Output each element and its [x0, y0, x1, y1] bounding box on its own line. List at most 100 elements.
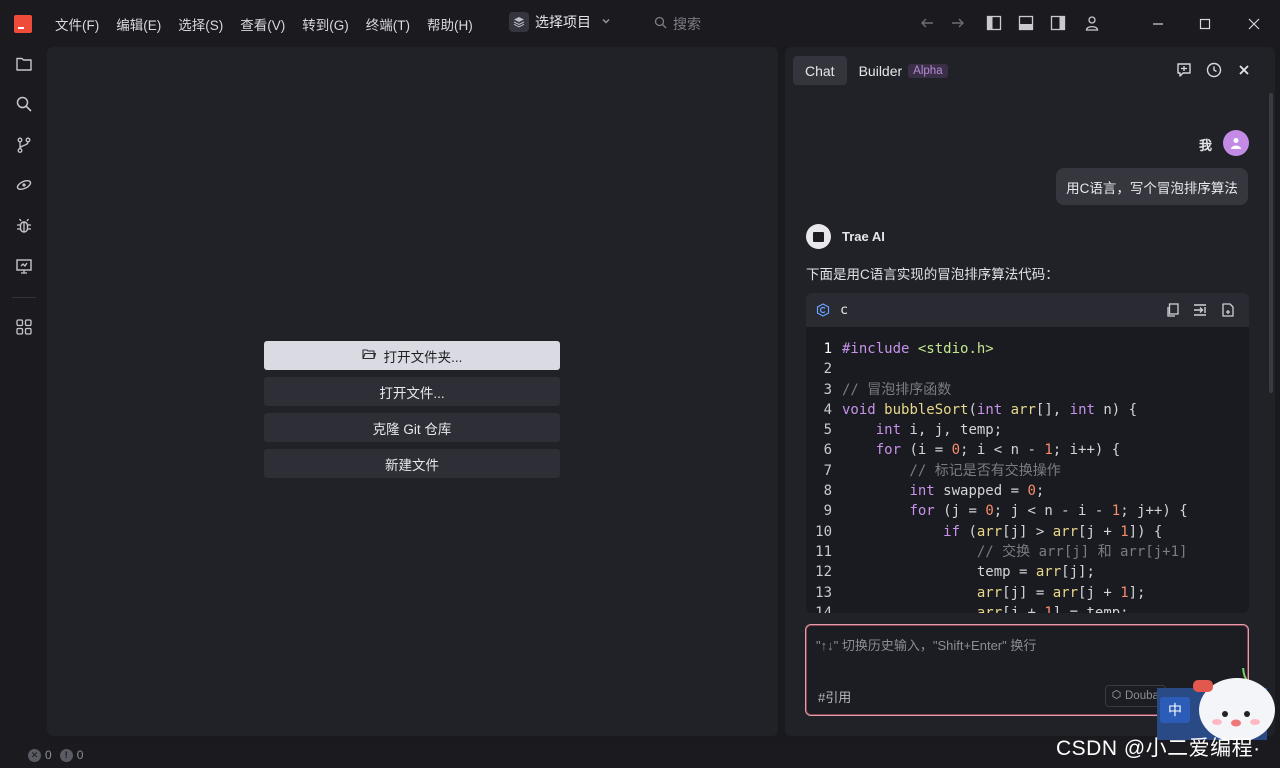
ai-intro-text: 下面是用C语言实现的冒泡排序算法代码： [806, 267, 1059, 282]
warning-icon: ! [59, 748, 73, 762]
code-line: 9 for (j = 0; j < n - i - 1; j++) { [806, 501, 1249, 521]
insert-code-icon[interactable] [1192, 302, 1208, 318]
tab-chat-label: Chat [805, 62, 835, 79]
code-line: 13 arr[j] = arr[j + 1]; [806, 583, 1249, 603]
activity-bar [0, 47, 47, 740]
project-selector[interactable]: 选择项目 [509, 12, 611, 32]
code-line: 7 // 标记是否有交换操作 [806, 461, 1249, 481]
open-folder-label: 打开文件夹... [383, 349, 463, 365]
c-language-icon [816, 303, 830, 317]
tab-builder-label: Builder [858, 62, 903, 79]
debug-icon[interactable] [13, 215, 35, 237]
line-number: 2 [823, 361, 832, 378]
editor-area: 打开文件夹... 打开文件... 克隆 Git 仓库 新建文件 [47, 47, 778, 736]
chevron-down-icon [601, 16, 611, 29]
code-line: 8 int swapped = 0; [806, 481, 1249, 501]
ai-name-label: Trae AI [842, 229, 885, 244]
line-number: 9 [823, 503, 832, 520]
menu-file[interactable]: 文件(F) [55, 14, 99, 34]
model-label: Douba [1125, 690, 1159, 702]
toggle-sidebar-icon[interactable] [984, 13, 1004, 33]
code-line: 2 [806, 359, 1249, 379]
line-number: 6 [823, 442, 832, 459]
problems-indicator[interactable]: ✕ 0 ! 0 [28, 748, 83, 762]
app-logo-icon [14, 15, 32, 33]
menu-terminal[interactable]: 终端(T) [366, 14, 410, 34]
model-icon [1112, 689, 1121, 702]
chat-tabs: Chat Builder Alpha [793, 56, 960, 85]
extensions-icon[interactable] [13, 316, 35, 338]
account-icon[interactable] [1082, 13, 1102, 33]
chat-input-placeholder: "↑↓" 切换历史输入，"Shift+Enter" 换行 [816, 638, 1037, 653]
open-folder-button[interactable]: 打开文件夹... [264, 341, 560, 370]
menu-help[interactable]: 帮助(H) [427, 14, 473, 34]
line-number: 12 [815, 564, 832, 581]
history-icon[interactable] [1204, 60, 1224, 80]
explorer-icon[interactable] [13, 53, 35, 75]
line-number: 11 [815, 543, 832, 560]
ime-indicator[interactable]: 中 [1160, 697, 1190, 723]
menu-bar: 文件(F) 编辑(E) 选择(S) 查看(V) 转到(G) 终端(T) 帮助(H… [55, 14, 490, 34]
code-text: // 冒泡排序函数 [842, 381, 952, 398]
code-line: 10 if (arr[j] > arr[j + 1]) { [806, 522, 1249, 542]
menu-selection[interactable]: 选择(S) [178, 14, 223, 34]
code-text: // 标记是否有交换操作 [842, 462, 1061, 479]
toggle-secondary-sidebar-icon[interactable] [1048, 13, 1068, 33]
maximize-icon[interactable] [1191, 10, 1219, 38]
folder-open-icon [362, 348, 376, 363]
remote-explorer-icon[interactable] [13, 255, 35, 277]
menu-edit[interactable]: 编辑(E) [116, 14, 161, 34]
code-text: for (i = 0; i < n - 1; i++) { [875, 442, 1121, 459]
code-body[interactable]: 1 #include <stdio.h> 2 3 // 冒泡排序函数 4 void bubb… [806, 339, 1249, 613]
code-line: 12 temp = arr[j]; [806, 562, 1249, 582]
code-text: int swapped = 0; [909, 483, 1045, 500]
code-text: for (j = 0; j < n - i - 1; j++) { [909, 503, 1188, 520]
project-label: 选择项目 [535, 14, 591, 30]
menu-go[interactable]: 转到(G) [302, 14, 349, 34]
code-text: // 交换 arr[j] 和 arr[j+1] [842, 543, 1188, 560]
line-number: 10 [815, 523, 832, 540]
open-file-label: 打开文件... [379, 385, 445, 401]
apply-code-icon[interactable] [1220, 302, 1236, 318]
code-line: 11 // 交换 arr[j] 和 arr[j+1] [806, 542, 1249, 562]
search-placeholder: 搜索 [673, 16, 701, 32]
copy-icon[interactable] [1165, 302, 1181, 318]
ai-chat-panel: Chat Builder Alpha 我 用C语言，写个冒泡排序算法 Trae … [785, 47, 1275, 736]
code-block-header: c [806, 293, 1249, 327]
app-window: 文件(F) 编辑(E) 选择(S) 查看(V) 转到(G) 终端(T) 帮助(H… [0, 0, 1280, 768]
tab-chat[interactable]: Chat [793, 56, 847, 85]
code-text: int i, j, temp; [875, 422, 1003, 439]
reference-button[interactable]: #引用 [818, 687, 851, 706]
tab-builder[interactable]: Builder Alpha [847, 56, 960, 85]
code-text: arr[j] = arr[j + 1]; [976, 584, 1146, 601]
line-number: 5 [823, 422, 832, 439]
code-line: 4 void bubbleSort(int arr[], int n) { [806, 400, 1249, 420]
clone-git-button[interactable]: 克隆 Git 仓库 [264, 413, 560, 442]
forward-arrow-icon[interactable] [948, 13, 968, 33]
chat-scrollbar[interactable] [1269, 93, 1273, 393]
search-box[interactable]: 搜索 [654, 14, 701, 34]
new-chat-icon[interactable] [1174, 60, 1194, 80]
source-control-icon[interactable] [13, 134, 35, 156]
code-text: if (arr[j] > arr[j + 1]) { [943, 523, 1163, 540]
warning-count: 0 [76, 748, 84, 762]
code-text: arr[j + 1] = temp; [976, 604, 1129, 613]
toggle-panel-icon[interactable] [1016, 13, 1036, 33]
back-arrow-icon[interactable] [917, 13, 937, 33]
alpha-badge: Alpha [908, 63, 948, 78]
search-sidebar-icon[interactable] [13, 93, 35, 115]
line-number: 3 [823, 381, 832, 398]
menu-view[interactable]: 查看(V) [240, 14, 285, 34]
layers-icon [509, 12, 529, 32]
open-file-button[interactable]: 打开文件... [264, 377, 560, 406]
error-count: 0 [45, 748, 52, 762]
search-icon [654, 16, 667, 32]
user-message-text: 用C语言，写个冒泡排序算法 [1066, 180, 1238, 196]
minimize-icon[interactable] [1144, 10, 1172, 38]
code-line: 3 // 冒泡排序函数 [806, 380, 1249, 400]
remote-icon[interactable] [13, 174, 35, 196]
close-panel-icon[interactable] [1234, 60, 1254, 80]
new-file-label: 新建文件 [385, 457, 439, 473]
new-file-button[interactable]: 新建文件 [264, 449, 560, 478]
close-window-icon[interactable] [1240, 10, 1268, 38]
